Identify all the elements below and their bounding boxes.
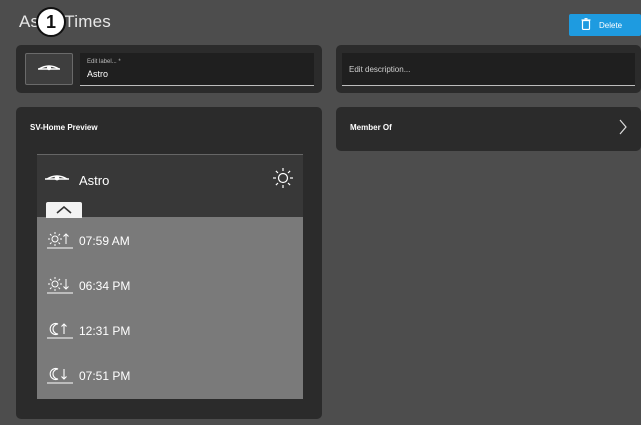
time-row-moonset: 07:51 PM [37, 361, 303, 391]
label-field-value: Astro [87, 69, 109, 79]
description-field[interactable]: Edit description... [342, 53, 635, 86]
label-field-caption: Edit label... * [87, 59, 121, 65]
top-bar: Astro Times 1 Delete [0, 0, 641, 42]
moonrise-icon [47, 320, 73, 345]
sunrise-icon [47, 230, 73, 255]
icon-picker-button[interactable] [25, 53, 73, 85]
time-row-sunrise: 07:59 AM [37, 226, 303, 256]
preview-panel: Astro 07:59 AM 06:34 PM 12:31 PM 07:51 P… [37, 154, 303, 399]
chevron-up-icon [56, 201, 72, 219]
moonset-icon [47, 365, 73, 390]
sun-icon[interactable] [272, 167, 294, 194]
moonrise-time: 12:31 PM [79, 324, 131, 338]
step-badge: 1 [36, 7, 66, 37]
sunset-icon [47, 275, 73, 300]
sunset-time: 06:34 PM [79, 279, 131, 293]
time-row-moonrise: 12:31 PM [37, 316, 303, 346]
astro-icon [38, 60, 60, 78]
member-of-card[interactable]: Member Of [336, 107, 641, 151]
collapse-toggle[interactable] [46, 202, 82, 218]
moonset-time: 07:51 PM [79, 369, 131, 383]
description-card: Edit description... [336, 45, 641, 93]
preview-header: Astro [37, 154, 303, 218]
preview-device-label: Astro [79, 173, 110, 188]
astro-icon [45, 171, 69, 189]
member-of-heading: Member Of [350, 123, 392, 132]
label-field[interactable]: Edit label... * Astro [80, 53, 314, 86]
sunrise-time: 07:59 AM [79, 234, 130, 248]
description-placeholder: Edit description... [349, 65, 411, 74]
preview-card: SV-Home Preview Astro 07:59 AM 06:34 PM … [16, 107, 322, 419]
delete-button[interactable]: Delete [569, 14, 641, 36]
delete-label: Delete [599, 20, 623, 30]
preview-heading: SV-Home Preview [30, 123, 98, 132]
trash-icon [581, 18, 591, 32]
time-row-sunset: 06:34 PM [37, 271, 303, 301]
chevron-right-icon[interactable] [619, 119, 627, 140]
label-card: Edit label... * Astro [16, 45, 322, 93]
